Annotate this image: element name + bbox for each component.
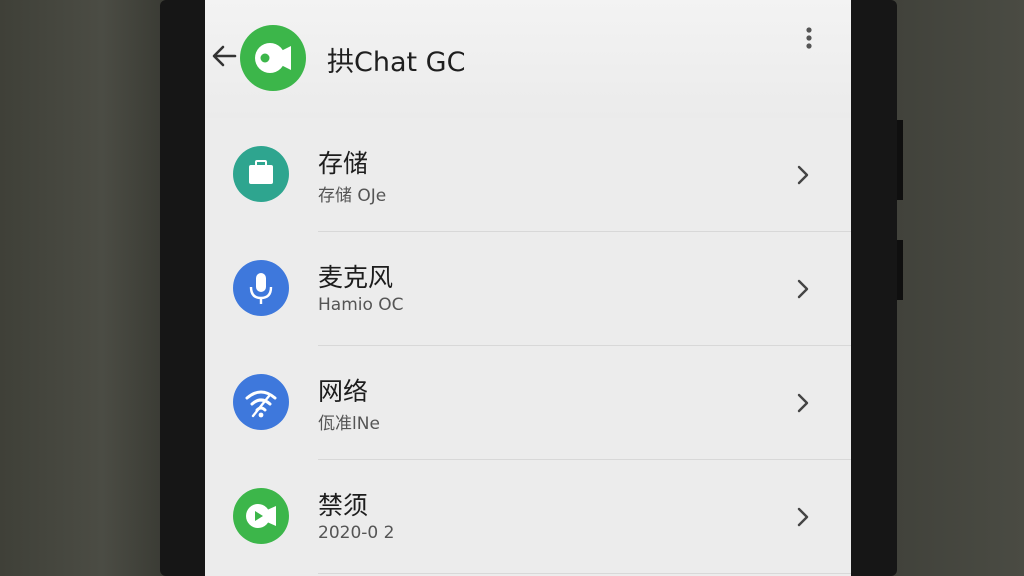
app-bar: 拱Chat GC: [205, 0, 851, 118]
wifi-icon: [233, 374, 289, 430]
setting-row-storage[interactable]: 存储 存储 OJe: [205, 118, 851, 232]
briefcase-icon: [233, 146, 289, 202]
setting-subtitle: Hamio OC: [318, 295, 404, 315]
power-button: [897, 240, 903, 300]
arrow-left-icon[interactable]: [209, 40, 239, 72]
chevron-right-icon: [797, 165, 809, 185]
setting-subtitle: 佤准lNe: [318, 414, 380, 434]
video-chat-icon: [233, 488, 289, 544]
phone-screen: 拱Chat GC 存储 存储 OJe 麦克风 Hamio OC 网络 佤准lNe…: [205, 0, 851, 576]
setting-label: 麦克风: [318, 263, 394, 292]
setting-label: 禁须: [318, 491, 369, 520]
chevron-right-icon: [797, 279, 809, 299]
video-chat-icon: [240, 25, 306, 91]
chevron-right-icon: [797, 507, 809, 527]
setting-row-video[interactable]: 禁须 2020-0 2: [205, 460, 851, 574]
setting-label: 网络: [318, 377, 369, 406]
page-title: 拱Chat GC: [327, 47, 466, 78]
more-vert-icon[interactable]: [799, 24, 819, 54]
microphone-icon: [233, 260, 289, 316]
setting-subtitle: 存储 OJe: [318, 186, 387, 206]
volume-button: [897, 120, 903, 200]
chevron-right-icon: [797, 393, 809, 413]
divider: [318, 573, 851, 574]
setting-row-microphone[interactable]: 麦克风 Hamio OC: [205, 232, 851, 346]
setting-row-network[interactable]: 网络 佤准lNe: [205, 346, 851, 460]
setting-label: 存储: [318, 149, 369, 178]
setting-subtitle: 2020-0 2: [318, 523, 395, 543]
